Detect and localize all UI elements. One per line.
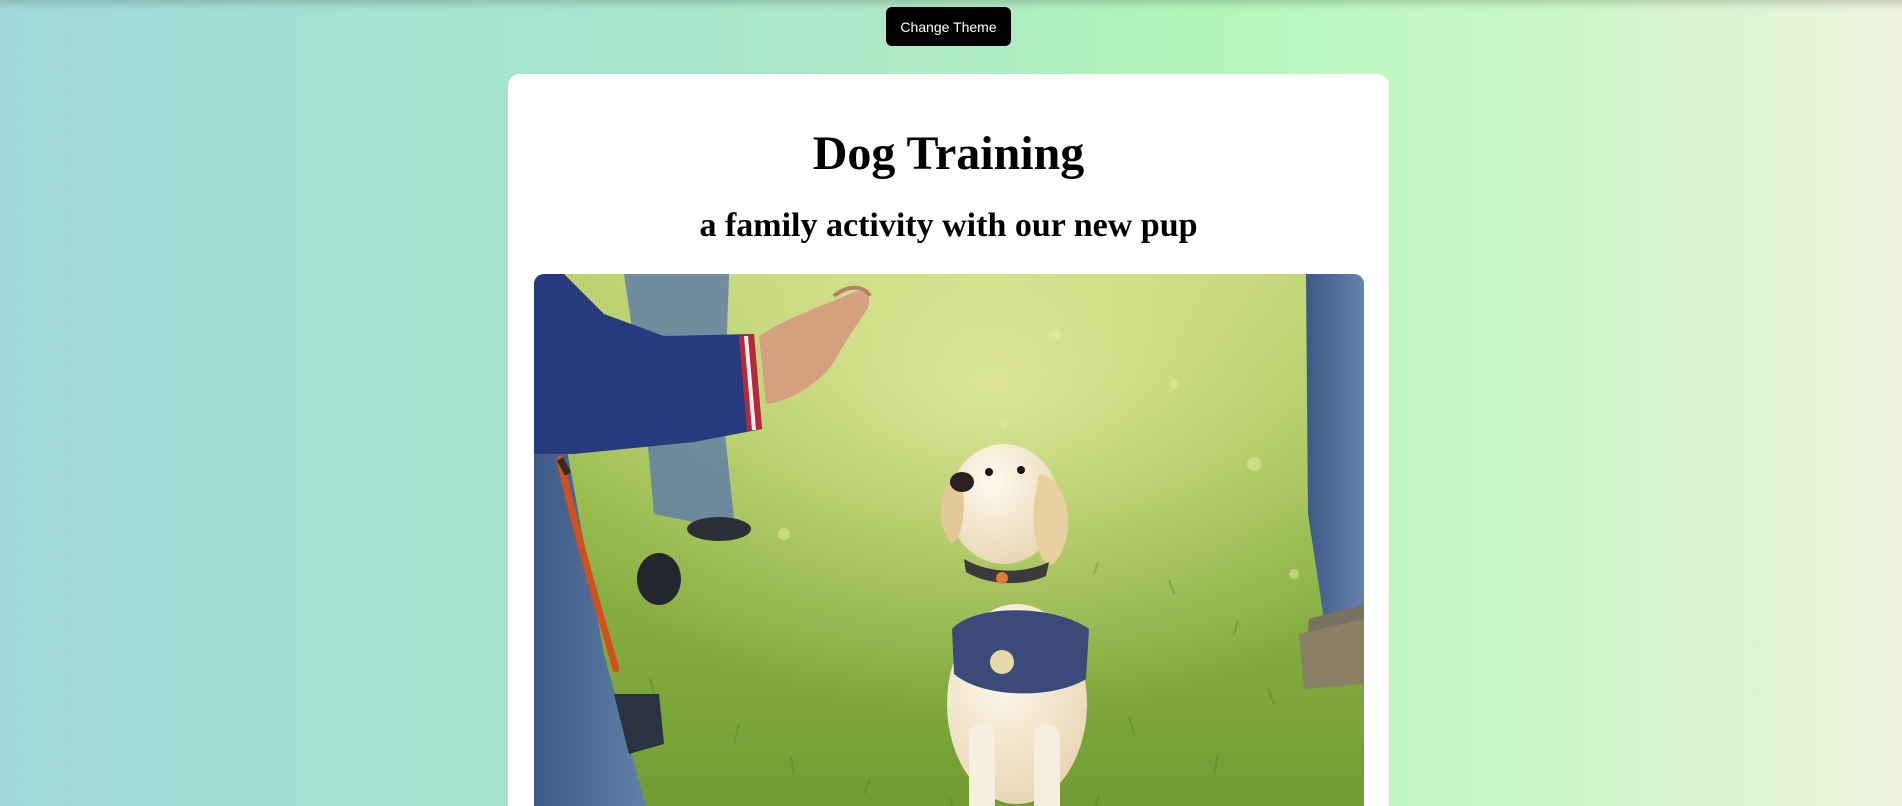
change-theme-button[interactable]: Change Theme bbox=[886, 7, 1011, 46]
page-title: Dog Training bbox=[812, 127, 1085, 180]
dog-training-photo bbox=[534, 274, 1364, 806]
page-subtitle: a family activity with our new pup bbox=[699, 207, 1198, 244]
content-card: Dog Training a family activity with our … bbox=[508, 74, 1389, 806]
